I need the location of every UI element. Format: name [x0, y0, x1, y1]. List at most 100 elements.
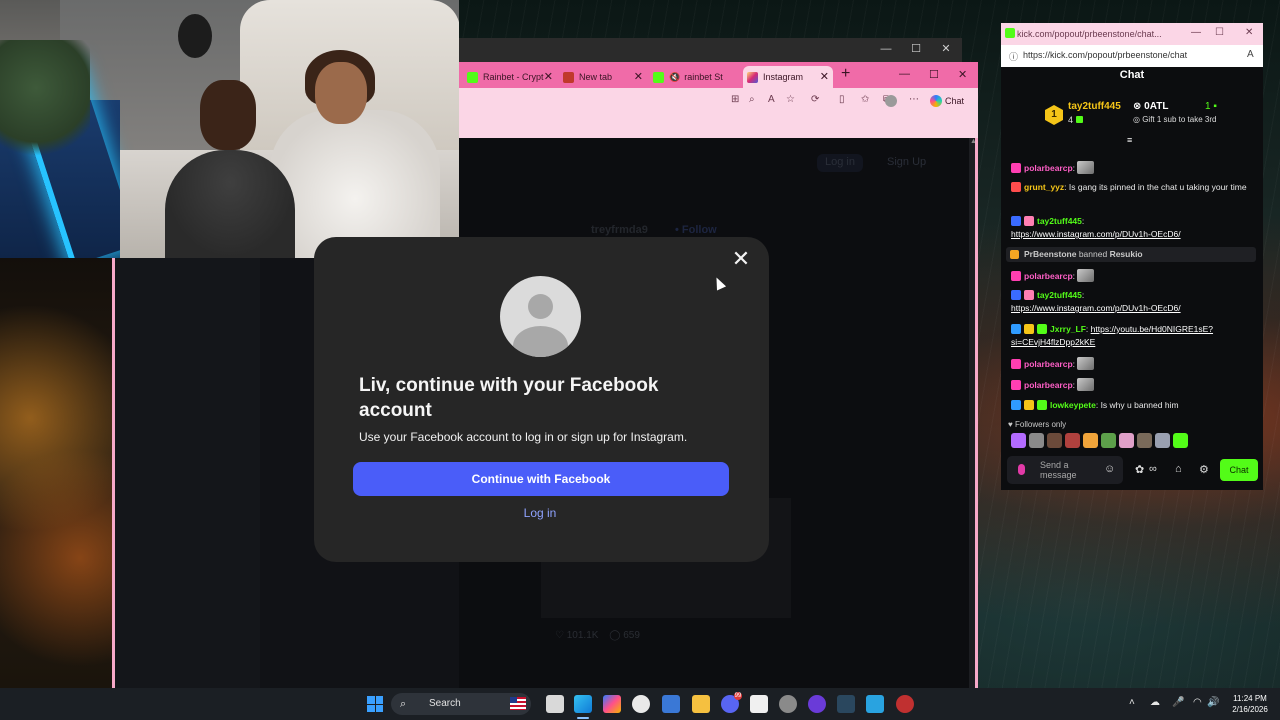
chat-username[interactable]: polarbearcp [1024, 271, 1073, 281]
read-aloud-icon[interactable]: A [1247, 49, 1254, 60]
infinity-icon[interactable]: ∞ [1149, 463, 1157, 475]
extensions-icon[interactable]: ⟳ [811, 94, 819, 105]
comment-icon[interactable]: ◯ [609, 630, 620, 641]
webcam-overlay [0, 0, 459, 258]
maximize-icon[interactable]: ☐ [1215, 27, 1224, 38]
emote-icon[interactable] [1119, 433, 1134, 448]
chat-username[interactable]: Jxrry_LF [1050, 324, 1086, 334]
emote-icon[interactable] [1173, 433, 1188, 448]
chat-username[interactable]: lowkeypete [1050, 400, 1096, 410]
chat-username[interactable]: tay2tuff445 [1037, 216, 1082, 226]
chat-username[interactable]: tay2tuff445 [1037, 290, 1082, 300]
gear-icon[interactable]: ⚙ [1199, 463, 1209, 476]
file-explorer-icon[interactable] [692, 695, 710, 713]
split-screen-icon[interactable]: ▯ [839, 94, 845, 105]
emote-icon[interactable] [1137, 433, 1152, 448]
store-icon[interactable] [662, 695, 680, 713]
copilot-icon[interactable] [603, 695, 621, 713]
chat-username[interactable]: polarbearcp [1024, 163, 1073, 173]
new-tab-button[interactable]: + [841, 65, 850, 83]
emote-icon[interactable] [1065, 433, 1080, 448]
kick-url-text[interactable]: https://kick.com/popout/prbeenstone/chat [1023, 50, 1187, 60]
maximize-icon[interactable]: ☐ [901, 38, 931, 60]
tab-instagram[interactable]: Instagram ✕ [743, 66, 833, 88]
microphone-icon[interactable] [1018, 464, 1025, 475]
collapse-pinned-icon[interactable]: ≡ [1127, 135, 1132, 145]
ig-follow-link[interactable]: • Follow [675, 224, 717, 236]
minimize-icon[interactable]: — [899, 68, 910, 80]
emote-icon[interactable] [1101, 433, 1116, 448]
store-icon[interactable]: ⌂ [1175, 463, 1182, 475]
log-in-link[interactable]: Log in [480, 506, 600, 520]
maximize-icon[interactable]: ☐ [929, 68, 939, 81]
tab-close-icon[interactable]: ✕ [820, 70, 829, 83]
site-info-icon[interactable]: ⓘ [1009, 50, 1018, 63]
kick-url-bar[interactable]: ⓘ https://kick.com/popout/prbeenstone/ch… [1001, 45, 1263, 67]
leader-username[interactable]: tay2tuff445 [1068, 101, 1121, 112]
ig-post-username[interactable]: treyfrmda9 [591, 224, 648, 236]
close-icon[interactable]: ✕ [1245, 27, 1253, 38]
app-grid-icon[interactable]: ⊞ [731, 94, 739, 105]
chat-username[interactable]: grunt_yyz [1024, 182, 1064, 192]
edge-browser-icon[interactable] [574, 695, 592, 713]
tab-close-icon[interactable]: ✕ [544, 70, 553, 83]
chat-link[interactable]: https://www.instagram.com/p/DUv1h-OEcD6/ [1011, 303, 1181, 313]
alien-app-icon[interactable] [632, 695, 650, 713]
favorite-star-icon[interactable]: ☆ [786, 94, 795, 105]
steam-icon[interactable] [837, 695, 855, 713]
gift-prompt[interactable]: ◎ Gift 1 sub to take 3rd [1133, 115, 1216, 124]
app-icon[interactable] [896, 695, 914, 713]
zoom-icon[interactable]: ⌕ [749, 94, 755, 105]
minimize-icon[interactable]: — [1191, 27, 1201, 38]
notepad-icon[interactable] [750, 695, 768, 713]
close-icon[interactable]: ✕ [931, 38, 961, 60]
chat-username[interactable]: polarbearcp [1024, 359, 1073, 369]
emote-icon[interactable] [1047, 433, 1062, 448]
chat-username[interactable]: polarbearcp [1024, 380, 1073, 390]
taskbar-search[interactable]: ⌕ Search [391, 693, 531, 715]
ig-login-button[interactable]: Log in [817, 154, 863, 172]
emote-icon[interactable] [1011, 433, 1026, 448]
recent-emotes-bar[interactable] [1011, 433, 1211, 451]
settings-icon[interactable] [779, 695, 797, 713]
tab-rainbet-stream[interactable]: 🔇 rainbet St [653, 66, 739, 88]
emote-icon[interactable] [1083, 433, 1098, 448]
emote-icon[interactable] [1155, 433, 1170, 448]
chevron-up-icon[interactable]: ˄ [1129, 697, 1135, 708]
app-icon[interactable] [866, 695, 884, 713]
webcam-blanket [270, 110, 440, 258]
favorites-icon[interactable]: ✩ [861, 94, 869, 105]
copilot-chat-button[interactable]: Chat [930, 92, 976, 110]
volume-icon[interactable]: 🔊 [1207, 697, 1219, 708]
read-aloud-icon[interactable]: A [768, 94, 775, 105]
notification-badge: 99 [734, 692, 742, 700]
start-menu-icon[interactable] [367, 696, 383, 712]
obs-icon[interactable] [808, 695, 826, 713]
more-options-icon[interactable]: ⋯ [909, 94, 919, 105]
webcam-plant [0, 40, 90, 160]
tab-close-icon[interactable]: ✕ [634, 70, 643, 83]
message-placeholder[interactable]: Send a message [1040, 460, 1100, 480]
modal-close-button[interactable]: ✕ [729, 248, 753, 272]
muted-speaker-icon[interactable]: 🔇 [669, 72, 680, 83]
tab-new-tab[interactable]: New tab ✕ [563, 66, 647, 88]
pet-icon[interactable]: ✿ [1135, 463, 1144, 476]
wifi-icon[interactable]: ◠ [1193, 697, 1202, 708]
shield-icon [1010, 250, 1019, 259]
microphone-icon[interactable]: 🎤 [1172, 697, 1184, 708]
close-icon[interactable]: ✕ [958, 68, 967, 81]
emote-icon[interactable] [1029, 433, 1044, 448]
onedrive-icon[interactable]: ☁ [1150, 697, 1160, 708]
task-view-icon[interactable] [546, 695, 564, 713]
emoji-icon[interactable]: ☺ [1104, 463, 1115, 475]
profile-avatar-icon[interactable] [885, 95, 897, 107]
ig-signup-button[interactable]: Sign Up [879, 154, 934, 172]
send-chat-button[interactable]: Chat [1220, 459, 1258, 481]
chat-link[interactable]: https://www.instagram.com/p/DUv1h-OEcD6/ [1011, 229, 1181, 239]
send-message-input[interactable]: Send a message ☺ [1007, 456, 1123, 484]
tab-rainbet[interactable]: Rainbet - Crypt ✕ [467, 66, 557, 88]
heart-icon[interactable]: ♡ [555, 630, 564, 641]
continue-with-facebook-button[interactable]: Continue with Facebook [353, 462, 729, 496]
minimize-icon[interactable]: — [871, 38, 901, 60]
taskbar-clock[interactable]: 11:24 PM 2/16/2026 [1225, 693, 1275, 715]
